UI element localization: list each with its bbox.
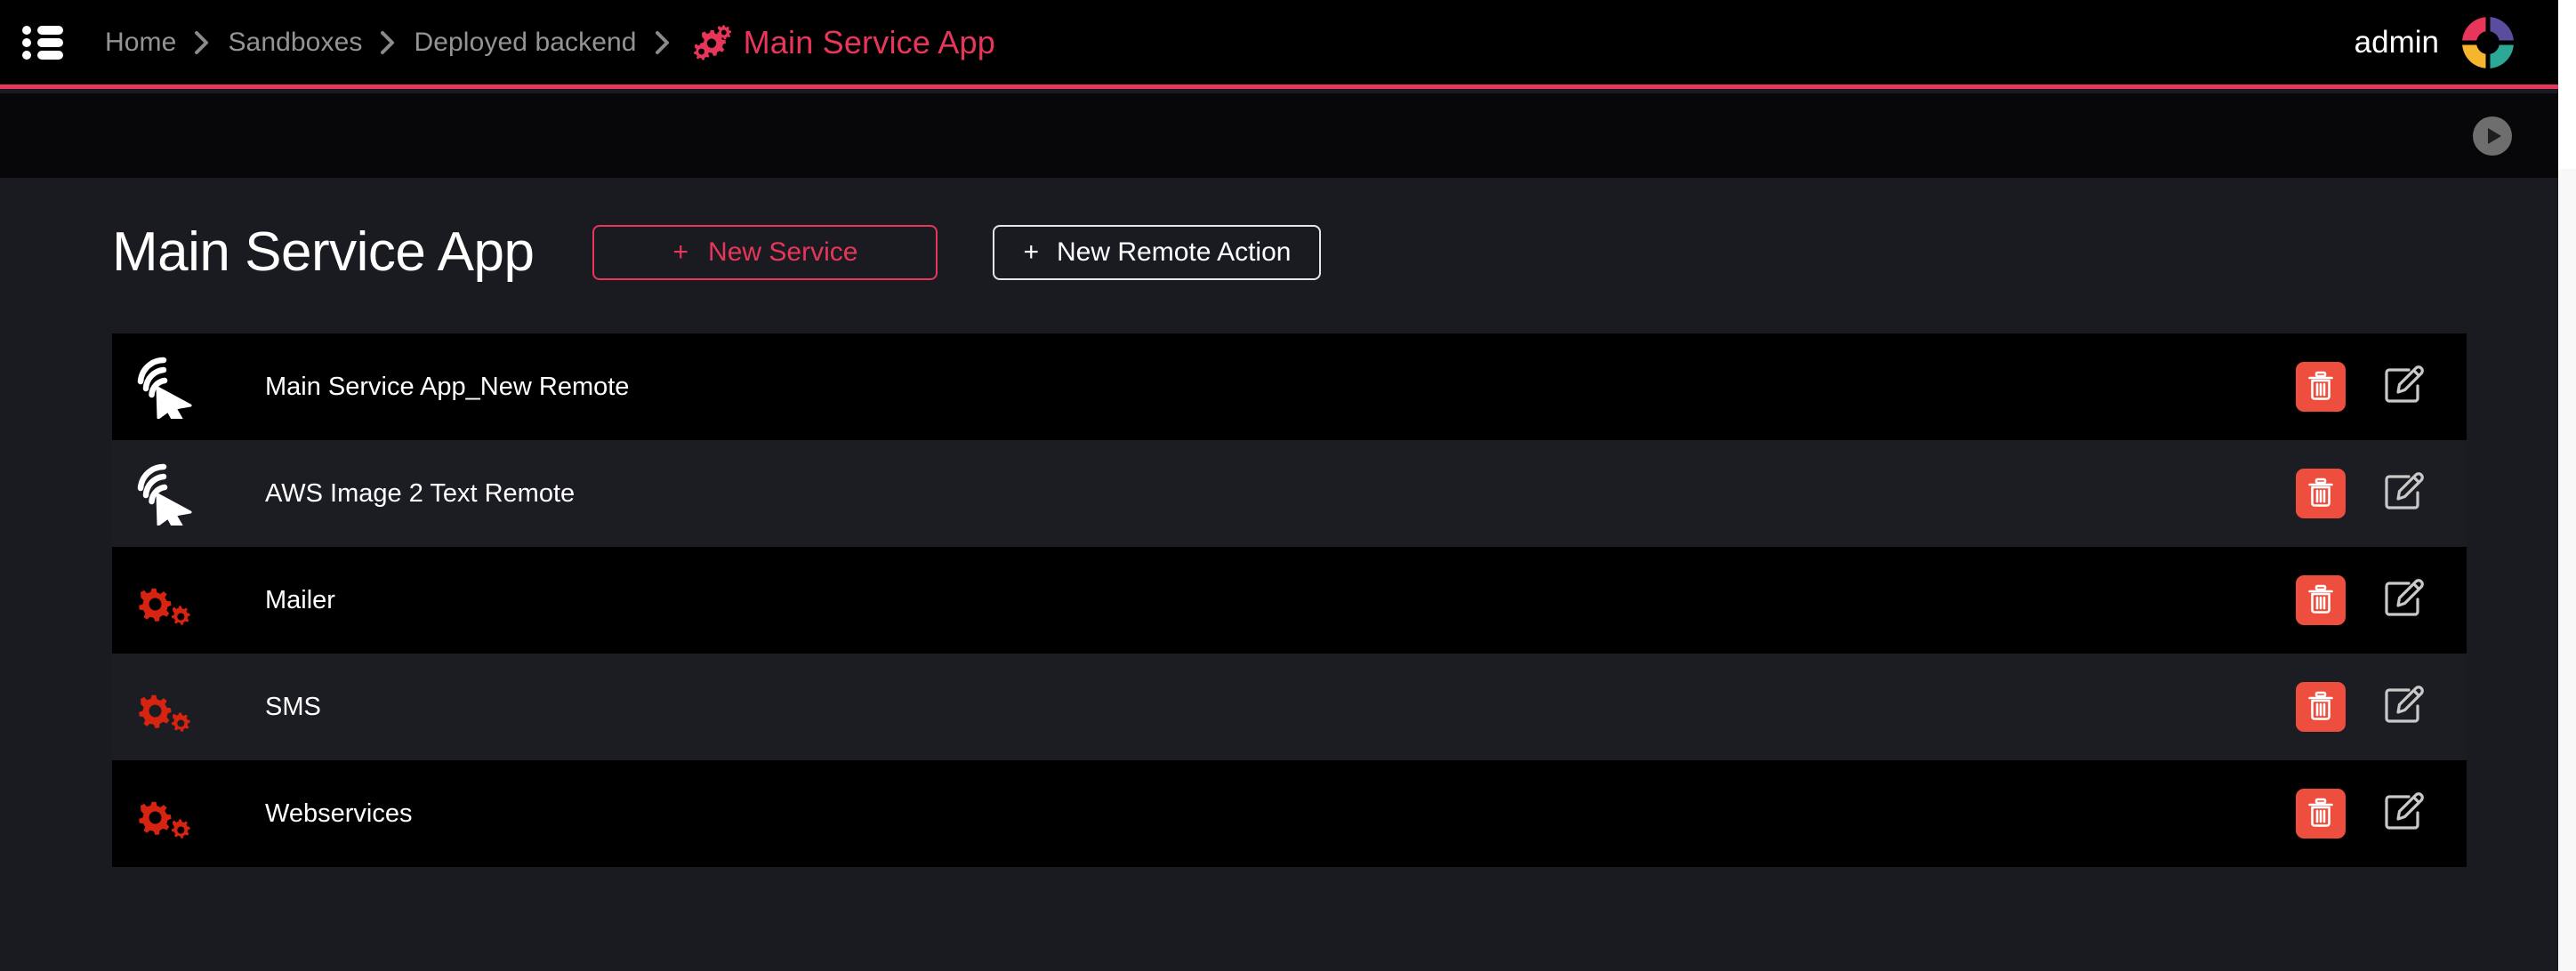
page-scrollbar[interactable] [2558,0,2576,971]
trash-icon [2306,798,2335,831]
new-remote-action-button-label: New Remote Action [1057,237,1292,267]
edit-button[interactable] [2379,469,2429,518]
sub-toolbar [0,93,2558,178]
page-title: Main Service App [112,221,535,283]
breadcrumb: Home Sandboxes Deployed backend Main Ser… [85,0,2355,84]
row-label: Main Service App_New Remote [265,372,630,401]
pencil-square-icon [2382,365,2427,410]
plus-icon: + [672,237,689,267]
play-circle-icon[interactable] [2473,116,2512,156]
gears-icon [688,21,733,64]
remote-cursor-icon [135,461,221,526]
row-actions [2296,575,2429,625]
delete-button[interactable] [2296,682,2346,732]
main-content: Main Service App + New Service + New Rem… [0,178,2558,971]
gears-red-icon [135,571,221,630]
page-scrollbar-thumb[interactable] [2558,0,2576,169]
chevron-right-icon [380,30,396,55]
row-label: SMS [265,692,321,721]
trash-icon [2306,477,2335,510]
hamburger-menu-button[interactable] [0,0,85,87]
donut-avatar-icon[interactable] [2460,14,2516,70]
pencil-square-icon [2382,578,2427,623]
pencil-square-icon [2382,471,2427,517]
top-header: Home Sandboxes Deployed backend Main Ser… [0,0,2558,89]
pencil-square-icon [2382,685,2427,730]
pencil-square-icon [2382,791,2427,837]
trash-icon [2306,691,2335,724]
row-label: AWS Image 2 Text Remote [265,478,576,508]
delete-button[interactable] [2296,362,2346,412]
plus-icon: + [1023,237,1039,267]
service-list: Main Service App_New Remote AWS Image 2 T… [112,333,2467,867]
edit-button[interactable] [2379,362,2429,412]
row-actions [2296,789,2429,839]
edit-button[interactable] [2379,575,2429,625]
gears-red-icon [135,678,221,736]
delete-button[interactable] [2296,575,2346,625]
gears-red-icon [135,784,221,843]
user-name-label: admin [2354,24,2439,60]
remote-cursor-icon [135,355,221,419]
table-row[interactable]: Main Service App_New Remote [112,333,2467,440]
row-actions [2296,469,2429,518]
breadcrumb-item-sandboxes[interactable]: Sandboxes [228,28,362,58]
app-root: Home Sandboxes Deployed backend Main Ser… [0,0,2576,971]
breadcrumb-item-current: Main Service App [743,23,995,60]
chevron-right-icon [194,30,210,55]
user-zone: admin [2354,14,2558,70]
row-label: Webservices [265,798,413,828]
row-label: Mailer [265,585,335,614]
table-row[interactable]: Mailer [112,547,2467,654]
trash-icon [2306,371,2335,404]
delete-button[interactable] [2296,469,2346,518]
trash-icon [2306,584,2335,617]
row-actions [2296,682,2429,732]
page-header: Main Service App + New Service + New Rem… [0,178,2558,284]
new-service-button[interactable]: + New Service [592,224,938,280]
edit-button[interactable] [2379,682,2429,732]
row-actions [2296,362,2429,412]
list-menu-icon [22,25,63,60]
breadcrumb-item-home[interactable]: Home [105,28,176,58]
table-row[interactable]: SMS [112,654,2467,760]
delete-button[interactable] [2296,789,2346,839]
table-row[interactable]: AWS Image 2 Text Remote [112,440,2467,547]
new-service-button-label: New Service [708,237,858,267]
chevron-right-icon [655,30,671,55]
edit-button[interactable] [2379,789,2429,839]
table-row[interactable]: Webservices [112,760,2467,867]
breadcrumb-item-deployed-backend[interactable]: Deployed backend [414,28,636,58]
new-remote-action-button[interactable]: + New Remote Action [993,224,1322,280]
